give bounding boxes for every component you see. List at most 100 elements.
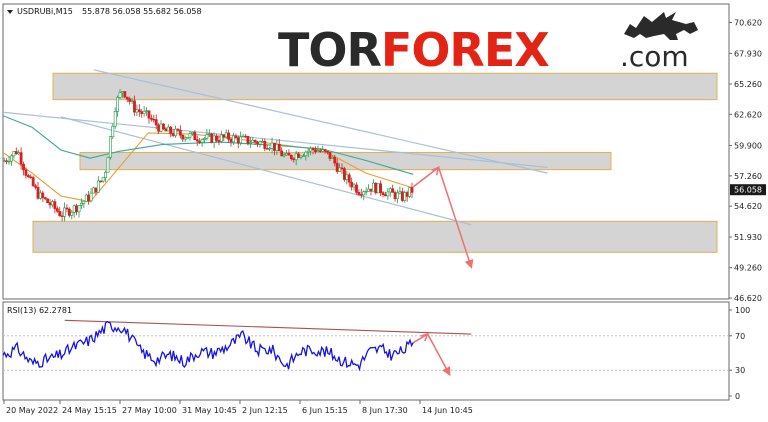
candle-body [359, 194, 363, 196]
candle-body [224, 132, 228, 138]
candle-body [405, 192, 409, 197]
candle-body [234, 135, 238, 138]
candle-body [391, 188, 395, 193]
candle-body [263, 140, 267, 149]
candle-body [232, 135, 235, 143]
zone-1 [52, 72, 718, 101]
candle-body [273, 142, 276, 151]
candle-body [10, 155, 13, 162]
candle-body [188, 133, 192, 138]
candle-body [277, 143, 281, 152]
candle-body [22, 163, 25, 171]
candle-body [289, 154, 293, 160]
candle-body [123, 91, 127, 98]
candle-body [287, 153, 291, 156]
candle-body [210, 133, 214, 143]
candle-body [174, 128, 177, 136]
candle-body [396, 192, 399, 200]
candle-body [253, 139, 257, 143]
candle-body [260, 140, 264, 143]
candle-body [246, 135, 250, 144]
time-tick-label: 20 May 2022 [6, 406, 58, 415]
candle-body [236, 137, 240, 144]
candle-body [292, 158, 296, 161]
candle-body [314, 149, 317, 152]
candle [186, 137, 189, 139]
candle-body [374, 182, 378, 194]
candle [92, 186, 95, 194]
chart-canvas: TORFOREX .com USDRUBi,M15 55.878 56.058 … [2, 3, 766, 415]
candle-body [328, 151, 332, 159]
time-tick-label: 31 May 10:45 [182, 406, 237, 415]
candle-body [362, 191, 366, 196]
candle-body [58, 211, 62, 217]
candle-body [248, 142, 252, 144]
candle-body [265, 148, 269, 150]
candle [46, 198, 50, 204]
candle-body [36, 187, 40, 199]
rsi-tick-label: 0 [735, 392, 740, 401]
rsi-axis: 100 70 30 0 [729, 306, 750, 401]
candle-body [128, 98, 132, 102]
candle-body [318, 150, 322, 152]
candle-body [304, 151, 308, 157]
candle-body [121, 91, 124, 94]
candle-body [137, 109, 141, 112]
rsi-tick-label: 70 [735, 332, 745, 341]
candle-body [48, 202, 52, 206]
candle-body [403, 192, 407, 201]
candle-body [294, 153, 298, 161]
candle-body [379, 183, 383, 193]
candle-body [193, 132, 197, 141]
ohlc-label: 55.878 56.058 55.682 56.058 [82, 7, 202, 16]
price-tick-label: 62.620 [734, 110, 762, 119]
candle-body [135, 109, 139, 113]
symbol-label: USDRUBi,M15 [17, 7, 73, 16]
candle-body [268, 148, 272, 150]
candle [162, 123, 165, 131]
candle-body [282, 154, 286, 157]
time-tick-label: 27 May 10:00 [122, 406, 177, 415]
candle-body [227, 132, 231, 140]
candle-body [41, 192, 45, 198]
candle-body [398, 191, 402, 194]
current-price-label: 56.058 [734, 186, 762, 195]
candle-body [205, 134, 209, 139]
candle-body [270, 142, 274, 149]
candle-body [92, 187, 95, 194]
candle-body [183, 137, 187, 140]
candle-body [316, 150, 320, 152]
candle-body [340, 167, 344, 169]
candle-body [108, 136, 112, 158]
candle-body [106, 157, 110, 173]
price-tick-label: 65.260 [734, 80, 762, 89]
candle [123, 91, 127, 99]
candle-body [111, 125, 115, 137]
logo-text-domain: .com [620, 40, 689, 73]
current-price-marker: 56.058 [730, 184, 766, 196]
chart-window: TORFOREX .com USDRUBi,M15 55.878 56.058 … [0, 0, 768, 422]
price-tick-label: 51.930 [734, 233, 762, 242]
candle-body [169, 126, 173, 134]
candle-body [306, 150, 310, 153]
candle-body [43, 197, 47, 200]
logo-text-tor: TOR [278, 23, 381, 77]
candle-body [181, 134, 185, 140]
time-tick-label: 14 Jun 10:45 [422, 406, 473, 415]
time-tick-label: 8 Jun 17:30 [362, 406, 408, 415]
candle-body [72, 205, 76, 213]
candle-body [258, 141, 262, 145]
candle-body [355, 184, 358, 193]
candle-body [347, 174, 351, 183]
price-tick-label: 46.620 [734, 294, 762, 303]
candle-body [388, 188, 392, 193]
candle-body [408, 187, 411, 197]
candle-body [164, 128, 168, 132]
candle-body [229, 139, 233, 143]
candle [106, 156, 110, 173]
candle-body [82, 201, 86, 204]
candle-body [53, 201, 57, 209]
candle-body [157, 124, 161, 132]
candle-body [369, 188, 373, 192]
candle-body [352, 184, 356, 188]
